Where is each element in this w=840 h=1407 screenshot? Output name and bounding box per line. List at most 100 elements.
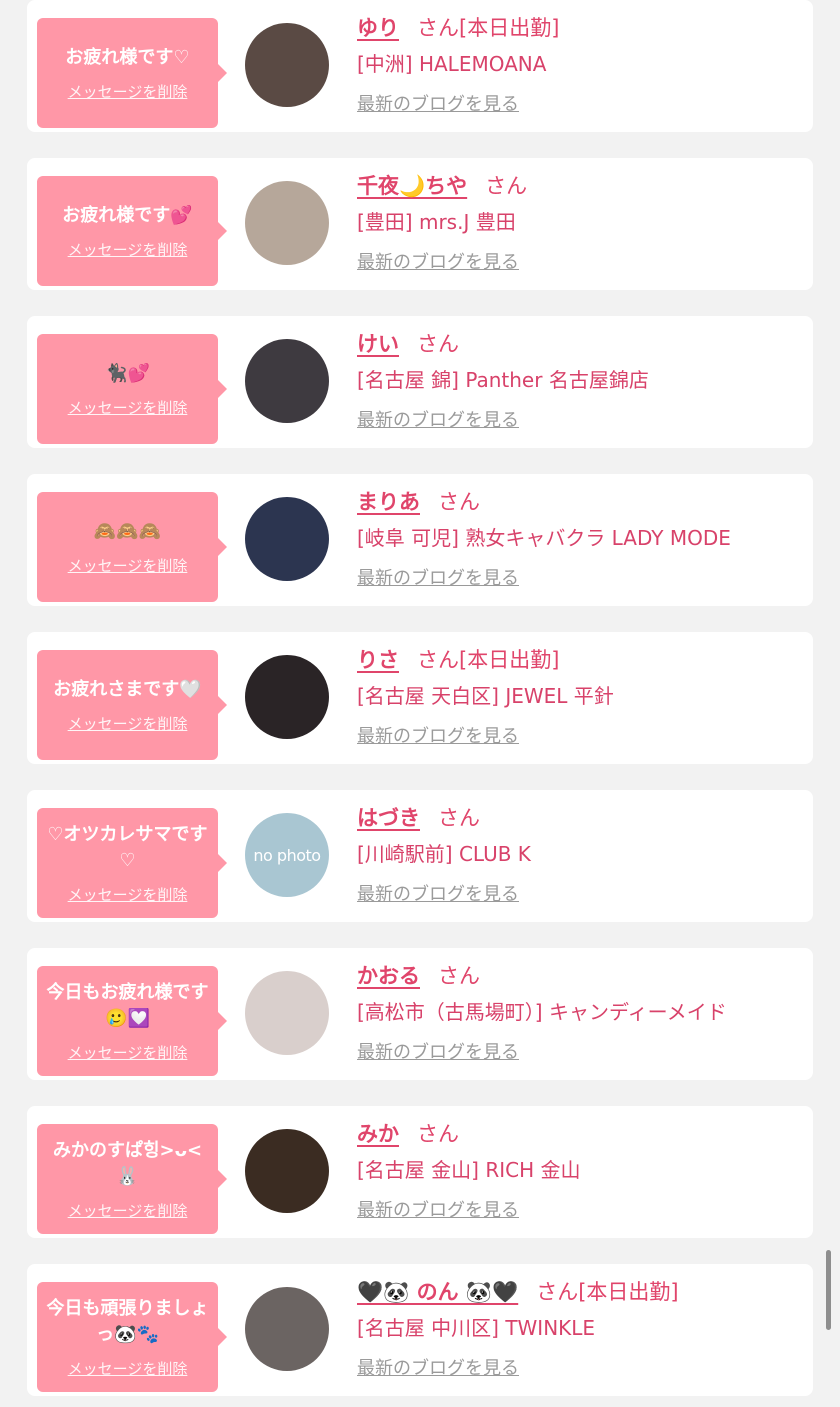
cast-name-link[interactable]: まりあ	[357, 490, 420, 514]
avatar[interactable]	[245, 655, 329, 739]
message-card: お疲れ様です♡ メッセージを削除 ゆり さん[本日出勤] [中洲] HALEMOA…	[27, 0, 813, 132]
name-line: まりあ さん	[357, 486, 797, 518]
shop-name: [豊田] mrs.J 豊田	[357, 210, 516, 234]
cast-name-link[interactable]: けい	[357, 332, 399, 356]
delete-message-link[interactable]: メッセージを削除	[68, 81, 188, 102]
avatar-placeholder	[245, 971, 329, 1055]
delete-message-link[interactable]: メッセージを削除	[68, 713, 188, 734]
shop-name: [名古屋 金山] RICH 金山	[357, 1158, 581, 1182]
name-line: 千夜🌙ちや さん	[357, 170, 797, 202]
message-bubble: 🙈🙈🙈 メッセージを削除	[37, 492, 227, 602]
avatar-placeholder	[245, 339, 329, 423]
honorific: さん	[438, 806, 480, 830]
view-blog-link[interactable]: 最新のブログを見る	[357, 1038, 519, 1064]
avatar[interactable]	[245, 1287, 329, 1371]
honorific: さん	[438, 490, 480, 514]
shop-name: [名古屋 中川区] TWINKLE	[357, 1316, 596, 1340]
shop-name: [川崎駅前] CLUB K	[357, 842, 531, 866]
shop-name: [中洲] HALEMOANA	[357, 52, 547, 76]
message-text: 今日もお疲れ様です🥲💟	[46, 981, 209, 1029]
avatar[interactable]	[245, 971, 329, 1055]
message-card: 今日もお疲れ様です🥲💟 メッセージを削除 かおる さん [高松市（古馬場町）] キ…	[27, 948, 813, 1080]
honorific: さん	[417, 1122, 459, 1146]
cast-name-link[interactable]: かおる	[357, 964, 420, 988]
delete-message-link[interactable]: メッセージを削除	[68, 884, 188, 905]
name-line: 🖤🐼 のん 🐼🖤 さん[本日出勤]	[357, 1276, 797, 1308]
message-bubble: お疲れ様です♡ メッセージを削除	[37, 18, 227, 128]
message-card: 今日も頑張りましょっ🐼🐾 メッセージを削除 🖤🐼 のん 🐼🖤 さん[本日出勤] […	[27, 1264, 813, 1396]
cast-info: けい さん [名古屋 錦] Panther 名古屋錦店 最新のブログを見る	[357, 328, 797, 432]
avatar-placeholder	[245, 23, 329, 107]
delete-message-link[interactable]: メッセージを削除	[68, 1042, 188, 1063]
status-badge: [本日出勤]	[459, 16, 560, 40]
message-bubble: 今日もお疲れ様です🥲💟 メッセージを削除	[37, 966, 227, 1076]
avatar[interactable]	[245, 497, 329, 581]
avatar[interactable]: no photo	[245, 813, 329, 897]
cast-info: はづき さん [川崎駅前] CLUB K 最新のブログを見る	[357, 802, 797, 906]
message-bubble: 今日も頑張りましょっ🐼🐾 メッセージを削除	[37, 1282, 227, 1392]
message-card: お疲れ様です💕 メッセージを削除 千夜🌙ちや さん [豊田] mrs.J 豊田 最…	[27, 158, 813, 290]
avatar-placeholder: no photo	[253, 845, 321, 865]
message-text: お疲れさまです🤍	[53, 678, 202, 700]
delete-message-link[interactable]: メッセージを削除	[68, 239, 188, 260]
avatar[interactable]	[245, 1129, 329, 1213]
view-blog-link[interactable]: 最新のブログを見る	[357, 880, 519, 906]
avatar-placeholder	[245, 497, 329, 581]
view-blog-link[interactable]: 最新のブログを見る	[357, 406, 519, 432]
message-text: みかのすぱ힝>ᴗ<🐰	[52, 1139, 203, 1187]
status-badge: [本日出勤]	[578, 1280, 679, 1304]
avatar[interactable]	[245, 339, 329, 423]
name-line: ゆり さん[本日出勤]	[357, 12, 797, 44]
name-line: りさ さん[本日出勤]	[357, 644, 797, 676]
shop-name: [岐阜 可児] 熟女キャバクラ LADY MODE	[357, 526, 731, 550]
cast-info: かおる さん [高松市（古馬場町）] キャンディーメイド 最新のブログを見る	[357, 960, 797, 1064]
message-text: 今日も頑張りましょっ🐼🐾	[46, 1297, 209, 1345]
message-text: 🙈🙈🙈	[93, 520, 162, 542]
message-bubble: お疲れ様です💕 メッセージを削除	[37, 176, 227, 286]
status-badge: [本日出勤]	[459, 648, 560, 672]
view-blog-link[interactable]: 最新のブログを見る	[357, 1354, 519, 1380]
cast-info: 🖤🐼 のん 🐼🖤 さん[本日出勤] [名古屋 中川区] TWINKLE 最新のブロ…	[357, 1276, 797, 1380]
cast-name-link[interactable]: 千夜🌙ちや	[357, 174, 467, 198]
delete-message-link[interactable]: メッセージを削除	[68, 1200, 188, 1221]
cast-name-link[interactable]: はづき	[357, 806, 420, 830]
delete-message-link[interactable]: メッセージを削除	[68, 397, 188, 418]
cast-name-link[interactable]: 🖤🐼 のん 🐼🖤	[357, 1280, 518, 1304]
honorific: さん	[417, 332, 459, 356]
message-card: ♡オツカレサマです♡ メッセージを削除 no photo はづき さん [川崎駅前…	[27, 790, 813, 922]
message-bubble: お疲れさまです🤍 メッセージを削除	[37, 650, 227, 760]
cast-info: まりあ さん [岐阜 可児] 熟女キャバクラ LADY MODE 最新のブログを見…	[357, 486, 797, 590]
view-blog-link[interactable]: 最新のブログを見る	[357, 90, 519, 116]
avatar[interactable]	[245, 23, 329, 107]
scrollbar[interactable]	[826, 1250, 831, 1330]
avatar-placeholder	[245, 1287, 329, 1371]
cast-info: ゆり さん[本日出勤] [中洲] HALEMOANA 最新のブログを見る	[357, 12, 797, 116]
message-text: ♡オツカレサマです♡	[47, 823, 208, 871]
view-blog-link[interactable]: 最新のブログを見る	[357, 248, 519, 274]
cast-name-link[interactable]: りさ	[357, 648, 399, 672]
view-blog-link[interactable]: 最新のブログを見る	[357, 1196, 519, 1222]
message-text: お疲れ様です♡	[65, 46, 190, 68]
avatar[interactable]	[245, 181, 329, 265]
honorific: さん	[417, 648, 459, 672]
cast-name-link[interactable]: みか	[357, 1122, 399, 1146]
message-bubble: 🐈‍⬛💕 メッセージを削除	[37, 334, 227, 444]
shop-name: [名古屋 天白区] JEWEL 平針	[357, 684, 614, 708]
message-bubble: みかのすぱ힝>ᴗ<🐰 メッセージを削除	[37, 1124, 227, 1234]
cast-info: 千夜🌙ちや さん [豊田] mrs.J 豊田 最新のブログを見る	[357, 170, 797, 274]
view-blog-link[interactable]: 最新のブログを見る	[357, 722, 519, 748]
avatar-placeholder	[245, 1129, 329, 1213]
view-blog-link[interactable]: 最新のブログを見る	[357, 564, 519, 590]
message-card: 🐈‍⬛💕 メッセージを削除 けい さん [名古屋 錦] Panther 名古屋錦店…	[27, 316, 813, 448]
honorific: さん	[417, 16, 459, 40]
delete-message-link[interactable]: メッセージを削除	[68, 555, 188, 576]
cast-name-link[interactable]: ゆり	[357, 16, 399, 40]
message-text: お疲れ様です💕	[62, 204, 193, 226]
honorific: さん	[485, 174, 528, 198]
delete-message-link[interactable]: メッセージを削除	[68, 1358, 188, 1379]
message-bubble: ♡オツカレサマです♡ メッセージを削除	[37, 808, 227, 918]
message-text: 🐈‍⬛💕	[105, 362, 150, 384]
message-card: 🙈🙈🙈 メッセージを削除 まりあ さん [岐阜 可児] 熟女キャバクラ LADY …	[27, 474, 813, 606]
name-line: はづき さん	[357, 802, 797, 834]
name-line: けい さん	[357, 328, 797, 360]
